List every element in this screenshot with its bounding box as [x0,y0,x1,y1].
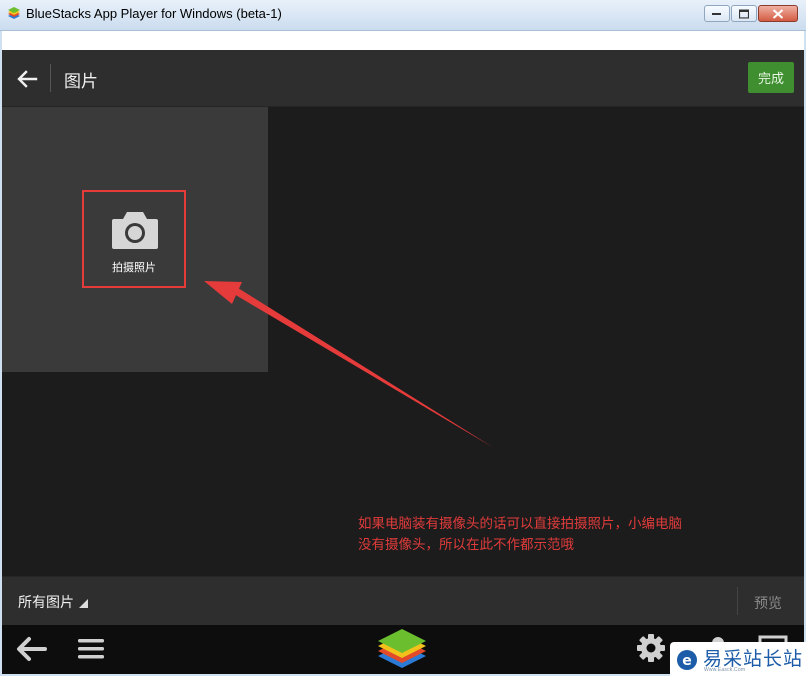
camera-tile[interactable]: 拍摄照片 [2,107,268,372]
done-button[interactable]: 完成 [748,62,794,93]
album-bar: 所有图片 预览 [2,576,804,626]
album-dropdown[interactable]: 所有图片 [18,592,88,612]
preview-divider [737,587,738,615]
back-arrow-icon[interactable] [16,68,38,90]
settings-gear-icon[interactable] [636,633,666,663]
window-controls [703,5,798,23]
dropdown-caret-icon [79,599,88,608]
camera-icon [112,212,158,249]
app-viewport: 图片 完成 拍摄照片 如果电脑装有摄像头的话可以直接拍摄照片，小编电脑 没有摄像… [2,50,804,674]
window-titlebar: BlueStacks App Player for Windows (beta-… [0,0,806,31]
header-divider [50,64,51,92]
svg-text:e: e [682,653,692,669]
maximize-button[interactable] [731,5,757,22]
take-photo-label: 拍摄照片 [112,261,156,274]
preview-button[interactable]: 预览 [754,593,782,613]
bluestacks-logo-icon [8,7,20,19]
action-bar: 图片 完成 [2,50,804,107]
bluestacks-home-icon[interactable] [376,628,428,672]
menu-icon[interactable] [76,636,106,662]
annotation-text: 如果电脑装有摄像头的话可以直接拍摄照片，小编电脑 没有摄像头，所以在此不作都示范… [358,514,758,556]
close-button[interactable] [758,5,798,22]
maximize-icon [739,9,749,18]
highlight-box: 拍摄照片 [82,190,186,288]
watermark-logo-icon: e [677,650,697,670]
minimize-icon [712,12,721,15]
minimize-button[interactable] [704,5,730,22]
page-title: 图片 [64,72,98,92]
site-watermark: e 易采站长站 Www.Easck.Com [670,642,806,676]
watermark-subtext: Www.Easck.Com [704,667,746,673]
annotation-line-2: 没有摄像头，所以在此不作都示范哦 [358,537,574,553]
close-icon [772,8,784,19]
album-label: 所有图片 [18,595,74,611]
nav-back-icon[interactable] [14,635,48,663]
annotation-line-1: 如果电脑装有摄像头的话可以直接拍摄照片，小编电脑 [358,516,682,532]
window-title: BlueStacks App Player for Windows (beta-… [26,6,282,21]
window-menu-strip [2,31,804,50]
